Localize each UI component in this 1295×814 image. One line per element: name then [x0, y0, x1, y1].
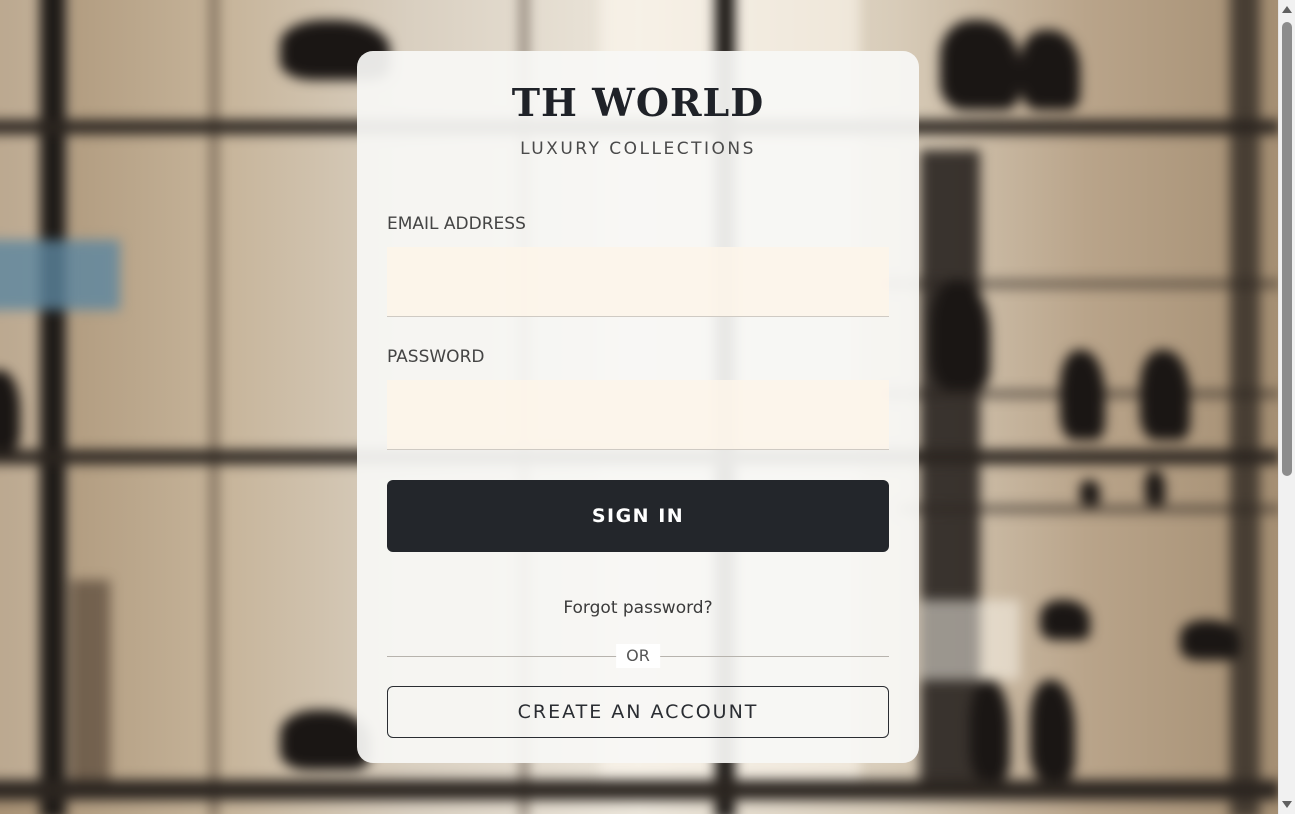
- sign-in-button[interactable]: SIGN IN: [387, 480, 889, 552]
- login-card: TH WORLD LUXURY COLLECTIONS EMAIL ADDRES…: [357, 51, 919, 763]
- email-field[interactable]: [387, 247, 889, 317]
- scroll-down-arrow-icon[interactable]: [1282, 801, 1292, 808]
- password-label: PASSWORD: [387, 347, 485, 367]
- brand-subtitle: LUXURY COLLECTIONS: [520, 139, 756, 159]
- scroll-up-arrow-icon[interactable]: [1282, 6, 1292, 13]
- login-page: TH WORLD LUXURY COLLECTIONS EMAIL ADDRES…: [0, 0, 1295, 814]
- email-label: EMAIL ADDRESS: [387, 214, 526, 234]
- page-scrollbar[interactable]: [1278, 0, 1295, 814]
- scroll-thumb[interactable]: [1282, 22, 1292, 476]
- password-field[interactable]: [387, 380, 889, 450]
- divider-label: OR: [616, 644, 660, 668]
- brand-title: TH WORLD: [511, 80, 765, 125]
- forgot-password-link[interactable]: Forgot password?: [387, 598, 889, 618]
- create-account-button[interactable]: CREATE AN ACCOUNT: [387, 686, 889, 738]
- or-divider: OR: [387, 642, 889, 670]
